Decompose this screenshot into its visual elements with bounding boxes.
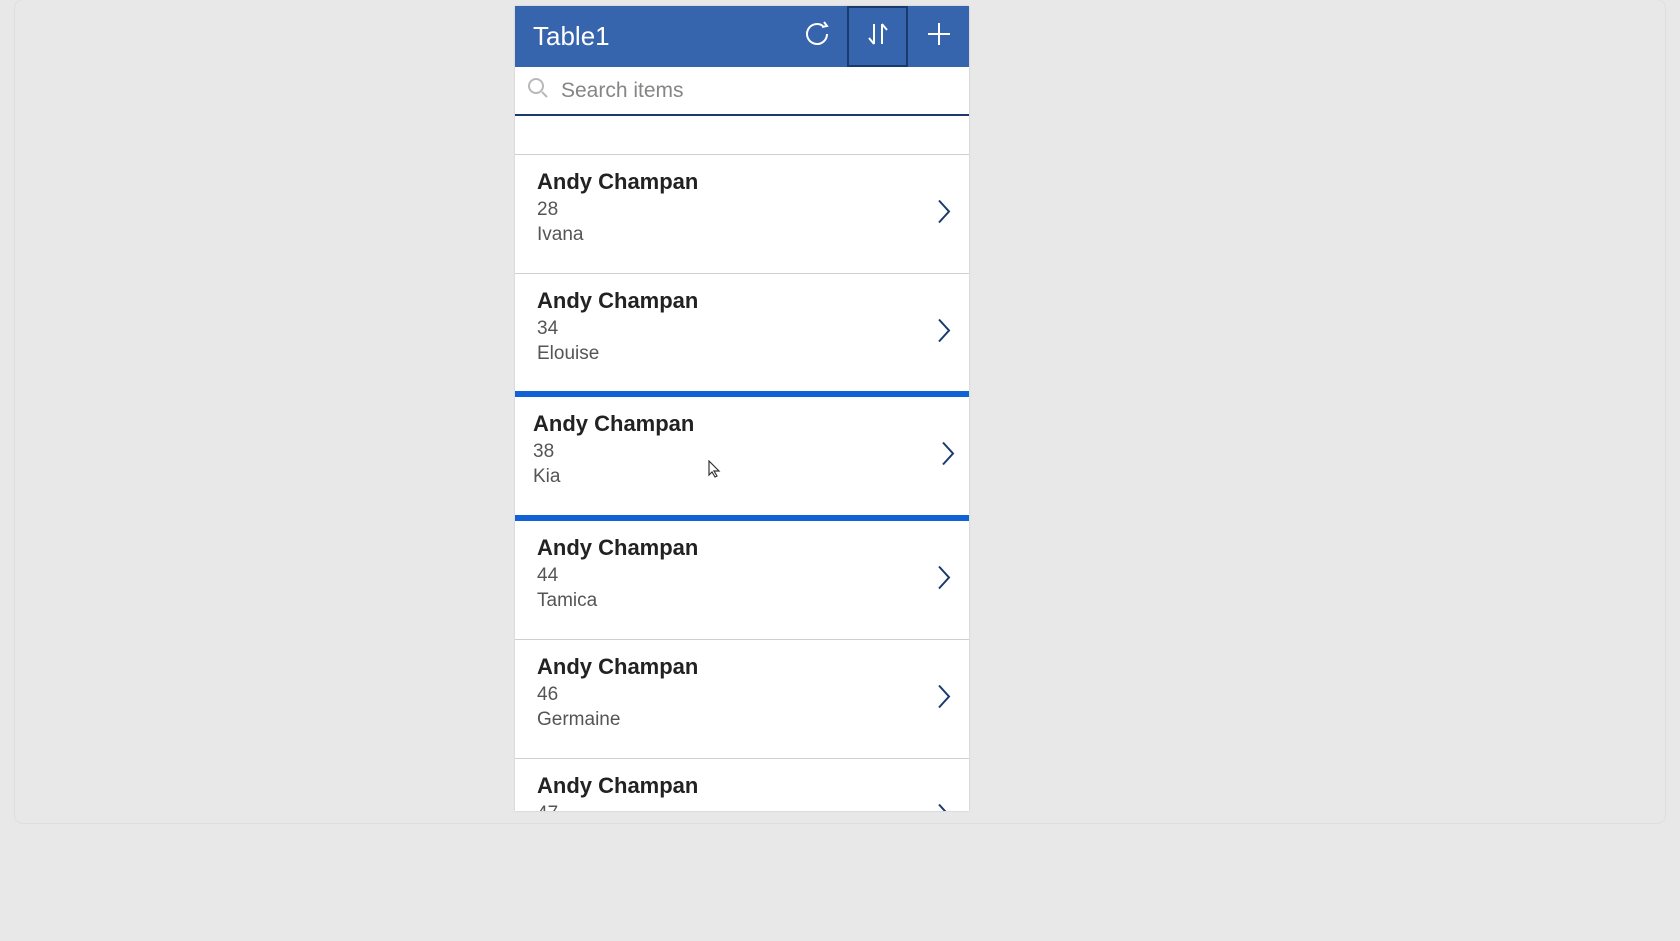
item-subtitle-2: Elouise	[537, 341, 919, 367]
item-title: Andy Champan	[537, 652, 919, 682]
refresh-icon	[802, 19, 832, 54]
item-subtitle-1: 28	[537, 197, 919, 223]
app-header: Table1	[515, 6, 969, 67]
item-subtitle-1: 34	[537, 316, 919, 342]
chevron-right-icon	[935, 801, 953, 812]
item-subtitle-2: Germaine	[537, 707, 919, 733]
item-title: Andy Champan	[537, 771, 919, 801]
sort-button[interactable]	[847, 6, 908, 67]
sort-icon	[865, 19, 891, 54]
item-subtitle-1: 38	[533, 439, 929, 465]
item-title: Andy Champan	[533, 409, 929, 439]
refresh-button[interactable]	[786, 6, 847, 67]
search-row	[515, 67, 969, 116]
item-subtitle-2: Kia	[533, 464, 929, 490]
item-subtitle-2: Ivana	[537, 222, 919, 248]
app-preview: Table1 Andy Ch	[515, 6, 969, 811]
item-subtitle-1: 44	[537, 563, 919, 589]
chevron-right-icon	[939, 439, 957, 474]
item-subtitle-2: Tamica	[537, 588, 919, 614]
list-item[interactable]: Andy Champan46Germaine	[515, 640, 969, 759]
search-input[interactable]	[561, 79, 957, 103]
plus-icon	[925, 20, 953, 53]
app-canvas: Table1 Andy Ch	[15, 0, 1665, 823]
item-subtitle-1: 46	[537, 682, 919, 708]
header-title: Table1	[515, 21, 786, 52]
item-list[interactable]: Andy Champan28IvanaAndy Champan34Elouise…	[515, 155, 969, 811]
item-title: Andy Champan	[537, 286, 919, 316]
chevron-right-icon	[935, 563, 953, 598]
chevron-right-icon	[935, 682, 953, 717]
chevron-right-icon	[935, 316, 953, 351]
list-item[interactable]: Andy Champan28Ivana	[515, 155, 969, 274]
list-item[interactable]: Andy Champan47	[515, 759, 969, 811]
search-icon	[527, 77, 549, 104]
item-title: Andy Champan	[537, 533, 919, 563]
list-item[interactable]: Andy Champan38Kia	[515, 391, 969, 521]
list-header-spacer	[515, 116, 969, 155]
list-item[interactable]: Andy Champan34Elouise	[515, 274, 969, 393]
list-item[interactable]: Andy Champan44Tamica	[515, 521, 969, 640]
chevron-right-icon	[935, 197, 953, 232]
item-title: Andy Champan	[537, 167, 919, 197]
item-subtitle-1: 47	[537, 801, 919, 811]
add-button[interactable]	[908, 6, 969, 67]
